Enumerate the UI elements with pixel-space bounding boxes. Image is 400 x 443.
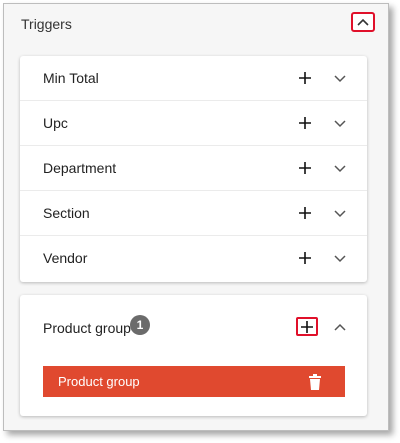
delete-product-group-button[interactable] (308, 374, 322, 390)
product-group-card: Product group 1 Product group (20, 295, 367, 416)
trash-icon (309, 374, 321, 390)
expand-upc-button[interactable] (331, 115, 349, 133)
trigger-row-upc[interactable]: Upc (20, 101, 367, 146)
chevron-up-icon (334, 323, 346, 331)
plus-icon (301, 320, 313, 333)
expand-vendor-button[interactable] (331, 250, 349, 268)
trigger-row-vendor[interactable]: Vendor (20, 236, 367, 281)
chevron-up-icon (357, 18, 369, 26)
panel-title: Triggers (21, 16, 72, 32)
plus-icon (299, 117, 311, 129)
triggers-panel: Triggers Min Total Upc Department Sectio… (3, 3, 389, 431)
add-product-group-button[interactable] (296, 317, 318, 336)
trigger-row-section[interactable]: Section (20, 191, 367, 236)
chevron-down-icon (334, 255, 346, 263)
product-group-chip[interactable]: Product group (43, 366, 345, 397)
plus-icon (299, 252, 311, 264)
trigger-label: Department (43, 160, 117, 176)
chevron-down-icon (334, 210, 346, 218)
add-min-total-button[interactable] (296, 69, 314, 87)
trigger-label: Vendor (43, 250, 88, 266)
trigger-row-min-total[interactable]: Min Total (20, 56, 367, 101)
collapse-triggers-button[interactable] (351, 12, 375, 32)
trigger-row-department[interactable]: Department (20, 146, 367, 191)
chevron-down-icon (334, 165, 346, 173)
add-vendor-button[interactable] (296, 249, 314, 267)
plus-icon (299, 207, 311, 219)
add-upc-button[interactable] (296, 114, 314, 132)
product-group-count-badge: 1 (130, 315, 150, 335)
trigger-label: Section (43, 205, 90, 221)
trigger-label: Min Total (43, 70, 99, 86)
expand-section-button[interactable] (331, 205, 349, 223)
plus-icon (299, 162, 311, 174)
product-group-label: Product group (43, 320, 131, 336)
trigger-label: Upc (43, 115, 68, 131)
plus-icon (299, 72, 311, 84)
expand-department-button[interactable] (331, 160, 349, 178)
add-department-button[interactable] (296, 159, 314, 177)
chevron-down-icon (334, 75, 346, 83)
chip-label: Product group (58, 374, 140, 389)
add-section-button[interactable] (296, 204, 314, 222)
collapse-product-group-button[interactable] (331, 318, 349, 336)
expand-min-total-button[interactable] (331, 70, 349, 88)
chevron-down-icon (334, 120, 346, 128)
trigger-list: Min Total Upc Department Section Vendor (20, 56, 367, 282)
